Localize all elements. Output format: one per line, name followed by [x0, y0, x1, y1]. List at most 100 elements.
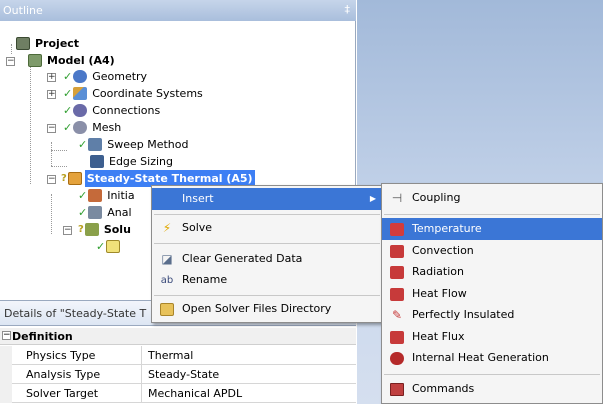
mesh-icon: [73, 121, 88, 134]
tree-node-label: Initia: [107, 189, 135, 202]
tree-node-label: Geometry: [92, 70, 148, 83]
menu-item-label: Clear Generated Data: [182, 252, 303, 265]
submenu-arrow-icon: ▶: [369, 194, 376, 203]
menu-item-heat-flux[interactable]: Heat Flux: [382, 326, 602, 348]
row-gutter: [0, 384, 12, 403]
menu-item-label: Solve: [182, 221, 213, 234]
pending-icon: ?: [78, 224, 84, 235]
menu-item-commands[interactable]: Commands: [382, 378, 602, 400]
outline-title-bar: Outline ‡: [0, 0, 356, 21]
menu-item-rename[interactable]: ab Rename: [152, 269, 382, 291]
tree-node-sweep-method[interactable]: ✓ Sweep Method: [78, 136, 190, 153]
coupling-icon: ⊣: [391, 190, 403, 205]
lightning-icon: ⚡: [162, 220, 172, 235]
property-row-physics-type[interactable]: Physics Type Thermal: [0, 346, 356, 365]
collapse-toggle[interactable]: −: [2, 331, 11, 340]
details-section-definition[interactable]: − Definition: [0, 328, 356, 345]
expand-toggle[interactable]: +: [47, 73, 56, 82]
menu-item-internal-heat-generation[interactable]: Internal Heat Generation: [382, 347, 602, 369]
menu-item-label: Internal Heat Generation: [412, 351, 549, 364]
edge-sizing-icon: [90, 155, 104, 168]
menu-item-insert[interactable]: Insert ▶: [152, 188, 382, 210]
folder-icon: [160, 302, 174, 316]
tree-node-label: Solu: [103, 223, 131, 236]
pin-icon[interactable]: ‡: [345, 3, 351, 16]
blank-icon: [160, 193, 174, 206]
internal-heat-generation-icon: [390, 351, 404, 365]
check-icon: ✓: [78, 206, 88, 219]
heat-flux-icon: [390, 330, 404, 344]
tree-node-edge-sizing[interactable]: Edge Sizing: [90, 153, 175, 170]
solution-icon: [84, 223, 99, 236]
tree-node-label: Model (A4): [47, 54, 115, 67]
menu-item-open-solver-files-directory[interactable]: Open Solver Files Directory: [152, 298, 382, 320]
coordinate-systems-icon: [73, 87, 88, 100]
menu-item-label: Perfectly Insulated: [412, 308, 515, 321]
menu-separator: [154, 243, 380, 244]
tree-node-label: Project: [35, 37, 80, 50]
menu-item-label: Radiation: [412, 265, 464, 278]
temperature-icon: [390, 222, 404, 236]
collapse-toggle[interactable]: −: [47, 175, 56, 184]
property-row-analysis-type[interactable]: Analysis Type Steady-State: [0, 365, 356, 384]
menu-item-coupling[interactable]: ⊣ Coupling: [382, 187, 602, 209]
commands-icon: [390, 382, 404, 396]
tree-connector: [51, 142, 52, 166]
menu-separator: [384, 214, 600, 215]
expand-toggle[interactable]: +: [47, 90, 56, 99]
menu-item-label: Commands: [412, 382, 475, 395]
collapse-toggle[interactable]: −: [47, 124, 56, 133]
menu-item-label: Heat Flux: [412, 330, 465, 343]
initial-temperature-icon: [88, 189, 103, 202]
menu-separator: [154, 295, 380, 296]
menu-item-temperature[interactable]: Temperature: [382, 218, 602, 240]
menu-item-label: Convection: [412, 244, 474, 257]
tree-node-mesh[interactable]: ✓ Mesh: [63, 119, 123, 136]
menu-item-radiation[interactable]: Radiation: [382, 261, 602, 283]
menu-separator: [154, 214, 380, 215]
tree-node-connections[interactable]: ✓ Connections: [63, 102, 162, 119]
menu-item-solve[interactable]: ⚡ Solve: [152, 217, 382, 239]
clear-data-icon: ◪: [161, 251, 173, 266]
menu-item-convection[interactable]: Convection: [382, 240, 602, 262]
tree-node-initial-temperature[interactable]: ✓ Initia: [78, 187, 137, 204]
menu-separator: [384, 374, 600, 375]
solution-information-icon: [106, 240, 121, 253]
menu-item-perfectly-insulated[interactable]: ✎ Perfectly Insulated: [382, 304, 602, 326]
collapse-toggle[interactable]: −: [63, 226, 72, 235]
menu-item-label: Insert: [182, 192, 214, 205]
tree-connector: [51, 166, 67, 167]
menu-item-heat-flow[interactable]: Heat Flow: [382, 283, 602, 305]
outline-title: Outline: [3, 4, 43, 17]
row-gutter: [0, 365, 12, 384]
tree-connector: [51, 194, 52, 234]
menu-item-clear-generated-data[interactable]: ◪ Clear Generated Data: [152, 248, 382, 270]
tree-node-project[interactable]: Project: [16, 35, 81, 52]
property-key: Physics Type: [12, 346, 142, 365]
tree-node-geometry[interactable]: ✓ Geometry: [63, 68, 149, 85]
model-icon: [28, 54, 42, 67]
check-icon: ✓: [78, 189, 88, 202]
property-value: Thermal: [148, 349, 194, 362]
context-menu: Insert ▶ ⚡ Solve ◪ Clear Generated Data …: [151, 185, 383, 323]
section-label: Definition: [12, 330, 73, 343]
tree-node-analysis-settings[interactable]: ✓ Anal: [78, 204, 134, 221]
tree-node-label: Mesh: [92, 121, 122, 134]
tree-node-solution-information[interactable]: ✓: [96, 238, 123, 255]
check-icon: ✓: [63, 121, 73, 134]
insulated-icon: ✎: [391, 307, 403, 322]
tree-node-coordinate-systems[interactable]: ✓ Coordinate Systems: [63, 85, 205, 102]
row-gutter: [0, 346, 12, 365]
property-row-solver-target[interactable]: Solver Target Mechanical APDL: [0, 384, 356, 403]
collapse-toggle[interactable]: −: [6, 57, 15, 66]
tree-node-label: Connections: [92, 104, 161, 117]
tree-node-label: Sweep Method: [107, 138, 189, 151]
property-key: Analysis Type: [12, 365, 142, 384]
menu-item-label: Rename: [182, 273, 228, 286]
property-value: Steady-State: [148, 368, 220, 381]
tree-node-model[interactable]: Model (A4): [28, 52, 117, 69]
tree-node-label: Coordinate Systems: [92, 87, 203, 100]
thermal-analysis-icon: [67, 172, 82, 185]
tree-connector: [51, 150, 67, 151]
tree-node-solution[interactable]: ? Solu: [78, 221, 133, 238]
